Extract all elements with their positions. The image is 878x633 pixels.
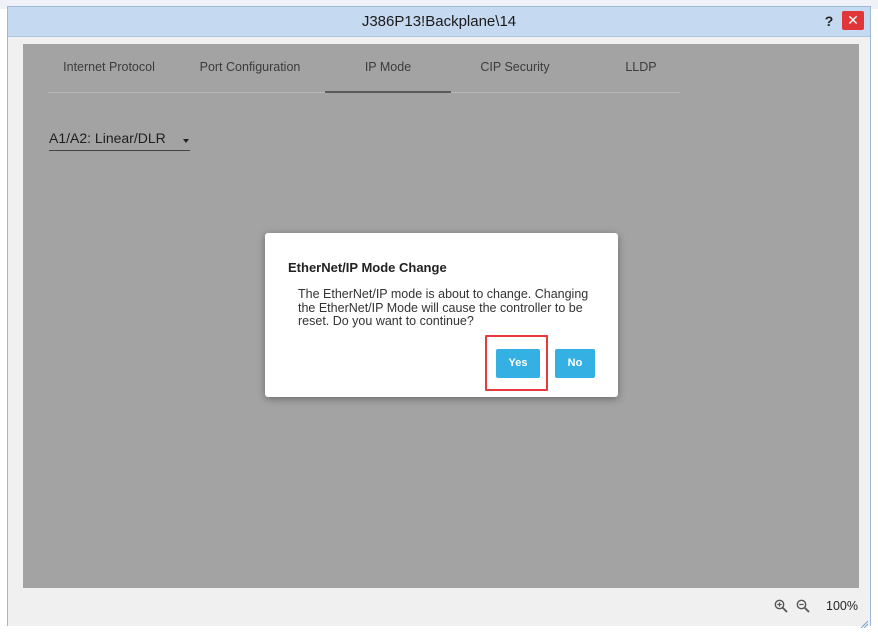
- zoom-out-icon[interactable]: [796, 599, 810, 616]
- ip-mode-select-value: A1/A2: Linear/DLR: [49, 130, 166, 146]
- ip-mode-select[interactable]: A1/A2: Linear/DLR: [49, 126, 190, 151]
- status-bar: 100%: [8, 588, 870, 629]
- chevron-down-icon: [183, 139, 189, 143]
- dialog-window: J386P13!Backplane\14 ? ✕ Internet Protoc…: [7, 6, 871, 629]
- yes-button[interactable]: Yes: [496, 349, 540, 378]
- content-area: Internet Protocol Port Configuration IP …: [23, 44, 859, 588]
- tab-port-configuration[interactable]: Port Configuration: [187, 44, 313, 92]
- zoom-level: 100%: [826, 599, 858, 613]
- tab-lldp[interactable]: LLDP: [578, 44, 704, 92]
- close-button[interactable]: ✕: [842, 11, 864, 30]
- zoom-in-icon[interactable]: [774, 599, 788, 616]
- dialog-message: The EtherNet/IP mode is about to change.…: [298, 287, 589, 328]
- tab-bar: Internet Protocol Port Configuration IP …: [48, 44, 680, 93]
- mode-change-dialog: EtherNet/IP Mode Change The EtherNet/IP …: [265, 233, 618, 397]
- no-button[interactable]: No: [555, 349, 595, 378]
- tab-ip-mode[interactable]: IP Mode: [325, 44, 451, 93]
- help-button[interactable]: ?: [820, 12, 838, 30]
- tab-cip-security[interactable]: CIP Security: [452, 44, 578, 92]
- tab-internet-protocol[interactable]: Internet Protocol: [48, 44, 170, 92]
- title-bar[interactable]: J386P13!Backplane\14 ? ✕: [8, 7, 870, 37]
- window-title: J386P13!Backplane\14: [361, 13, 517, 30]
- resize-grip-icon[interactable]: [859, 615, 869, 629]
- dialog-title: EtherNet/IP Mode Change: [288, 260, 447, 275]
